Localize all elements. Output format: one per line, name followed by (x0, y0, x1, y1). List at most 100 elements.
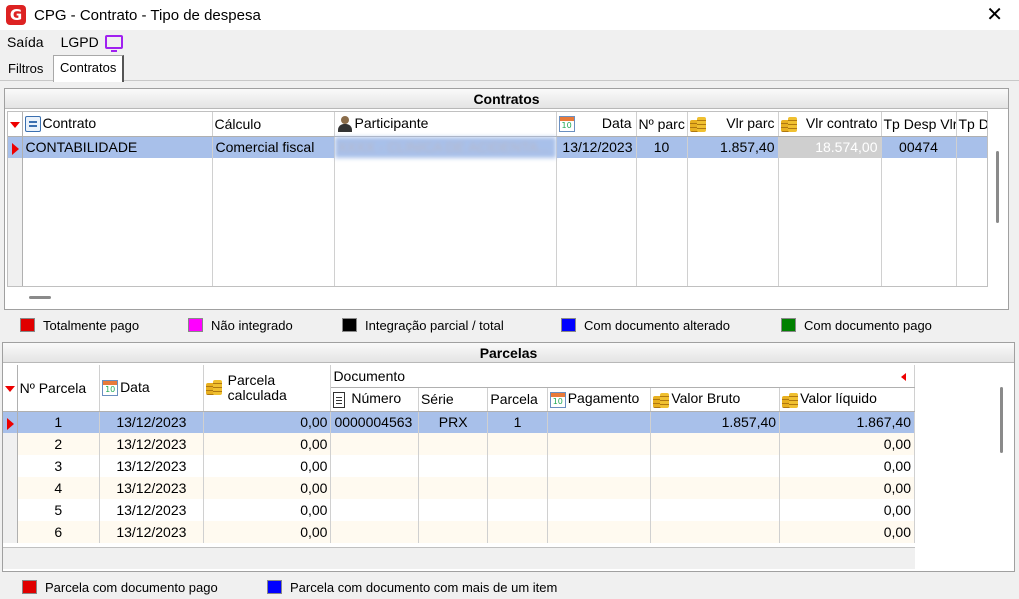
col-calculo[interactable]: Cálculo (212, 112, 335, 137)
col-parcela[interactable]: Parcela (487, 387, 548, 412)
col-vlr-contrato[interactable]: Vlr contrato (778, 112, 882, 137)
cell-pagamento[interactable] (547, 411, 652, 433)
cell-bruto[interactable] (650, 477, 781, 499)
cell-liquido[interactable]: 0,00 (779, 455, 915, 477)
col-contrato[interactable]: Contrato (22, 112, 213, 137)
cell-data[interactable]: 13/12/2023 (99, 411, 204, 433)
cell-parcela[interactable] (487, 499, 548, 521)
cell-contrato[interactable]: CONTABILIDADE (22, 136, 213, 158)
parcelas-scrollbar[interactable] (993, 365, 1009, 547)
table-row[interactable]: 6 13/12/2023 0,00 0,00 (3, 521, 915, 543)
column-menu[interactable] (8, 112, 23, 137)
cell-data[interactable]: 13/12/2023 (99, 455, 204, 477)
horizontal-scroll-thumb[interactable] (29, 296, 51, 299)
cell-parcela[interactable] (487, 477, 548, 499)
cell-n[interactable]: 5 (17, 499, 101, 521)
cell-numero[interactable] (330, 499, 419, 521)
col-vlr-parc[interactable]: Vlr parc (687, 112, 779, 137)
cell-liquido[interactable]: 0,00 (779, 477, 915, 499)
cell-pagamento[interactable] (547, 477, 652, 499)
table-row[interactable]: 2 13/12/2023 0,00 0,00 (3, 433, 915, 455)
cell-n-parc[interactable]: 10 (636, 136, 688, 158)
cell-bruto[interactable] (650, 521, 781, 543)
cell-calc[interactable]: 0,00 (203, 499, 332, 521)
cell-calc[interactable]: 0,00 (203, 455, 332, 477)
close-button[interactable]: ✕ (986, 4, 1003, 24)
table-row[interactable]: 5 13/12/2023 0,00 0,00 (3, 499, 915, 521)
col-numero[interactable]: Número (330, 387, 419, 412)
table-row[interactable]: CONTABILIDADE Comercial fiscal XXXX - CL… (8, 136, 987, 158)
cell-bruto[interactable] (650, 433, 781, 455)
cell-serie[interactable] (418, 455, 489, 477)
cell-data[interactable]: 13/12/2023 (99, 499, 204, 521)
cell-calc[interactable]: 0,00 (203, 411, 332, 433)
menu-saida[interactable]: Saída (7, 34, 44, 50)
menu-lgpd[interactable]: LGPD (61, 34, 99, 50)
cell-bruto[interactable] (650, 499, 781, 521)
cell-data[interactable]: 13/12/2023 (99, 477, 204, 499)
cell-liquido[interactable]: 0,00 (779, 433, 915, 455)
col-valor-bruto[interactable]: Valor Bruto (650, 387, 781, 412)
monitor-icon[interactable] (104, 35, 123, 52)
cell-liquido[interactable]: 0,00 (779, 521, 915, 543)
col-tp-desp-vlr[interactable]: Tp Desp Vlr (881, 112, 957, 137)
cell-parcela[interactable]: 1 (487, 411, 548, 433)
cell-n[interactable]: 4 (17, 477, 101, 499)
cell-serie[interactable] (418, 433, 489, 455)
cell-calc[interactable]: 0,00 (203, 477, 332, 499)
col-n-parc[interactable]: Nº parc (636, 112, 688, 137)
cell-serie[interactable] (418, 499, 489, 521)
tab-contratos[interactable]: Contratos (53, 55, 125, 82)
cell-pagamento[interactable] (547, 499, 652, 521)
cell-parcela[interactable] (487, 455, 548, 477)
table-row[interactable]: 3 13/12/2023 0,00 0,00 (3, 455, 915, 477)
col-serie[interactable]: Série (418, 387, 489, 412)
cell-serie[interactable] (418, 477, 489, 499)
cell-serie[interactable]: PRX (418, 411, 489, 433)
cell-data[interactable]: 13/12/2023 (556, 136, 637, 158)
cell-vlr-contrato[interactable]: 18.574,00 (778, 136, 882, 158)
cell-data[interactable]: 13/12/2023 (99, 521, 204, 543)
column-menu[interactable] (3, 365, 18, 412)
cell-liquido[interactable]: 0,00 (779, 499, 915, 521)
contratos-scrollbar[interactable] (989, 111, 1005, 287)
cell-numero[interactable] (330, 477, 419, 499)
cell-vlr-parc[interactable]: 1.857,40 (687, 136, 779, 158)
cell-calc[interactable]: 0,00 (203, 433, 332, 455)
col-n-parcela[interactable]: Nº Parcela (17, 365, 101, 412)
cell-calculo[interactable]: Comercial fiscal (212, 136, 335, 158)
tab-filtros[interactable]: Filtros (2, 57, 49, 81)
cell-numero[interactable]: 0000004563 (330, 411, 419, 433)
cell-tp-desp-vlr[interactable]: 00474 (881, 136, 957, 158)
col-parcela-calculada[interactable]: Parcela calculada (203, 365, 332, 412)
col-participante[interactable]: Participante (334, 112, 557, 137)
cell-liquido[interactable]: 1.867,40 (779, 411, 915, 433)
cell-serie[interactable] (418, 521, 489, 543)
cell-numero[interactable] (330, 521, 419, 543)
cell-numero[interactable] (330, 455, 419, 477)
cell-numero[interactable] (330, 433, 419, 455)
cell-bruto[interactable] (650, 455, 781, 477)
col-group-documento[interactable]: Documento (330, 365, 915, 388)
table-row[interactable]: 4 13/12/2023 0,00 0,00 (3, 477, 915, 499)
col-pagamento[interactable]: Pagamento (547, 387, 652, 412)
table-row[interactable]: 1 13/12/2023 0,00 0000004563 PRX 1 1.857… (3, 411, 915, 433)
cell-n[interactable]: 6 (17, 521, 101, 543)
cell-pagamento[interactable] (547, 521, 652, 543)
cell-participante[interactable]: XXXX - CLINICA DE ACIDENTA... (334, 136, 557, 158)
col-data[interactable]: Data (556, 112, 637, 137)
cell-bruto[interactable]: 1.857,40 (650, 411, 781, 433)
col-data[interactable]: Data (99, 365, 204, 412)
col-valor-liquido[interactable]: Valor líquido (779, 387, 915, 412)
cell-n[interactable]: 3 (17, 455, 101, 477)
cell-pagamento[interactable] (547, 433, 652, 455)
cell-pagamento[interactable] (547, 455, 652, 477)
cell-n[interactable]: 2 (17, 433, 101, 455)
cell-parcela[interactable] (487, 521, 548, 543)
cell-parcela[interactable] (487, 433, 548, 455)
cell-tp-d[interactable] (956, 136, 987, 158)
cell-n[interactable]: 1 (17, 411, 101, 433)
cell-data[interactable]: 13/12/2023 (99, 433, 204, 455)
col-tp-d[interactable]: Tp D (956, 112, 987, 137)
cell-calc[interactable]: 0,00 (203, 521, 332, 543)
